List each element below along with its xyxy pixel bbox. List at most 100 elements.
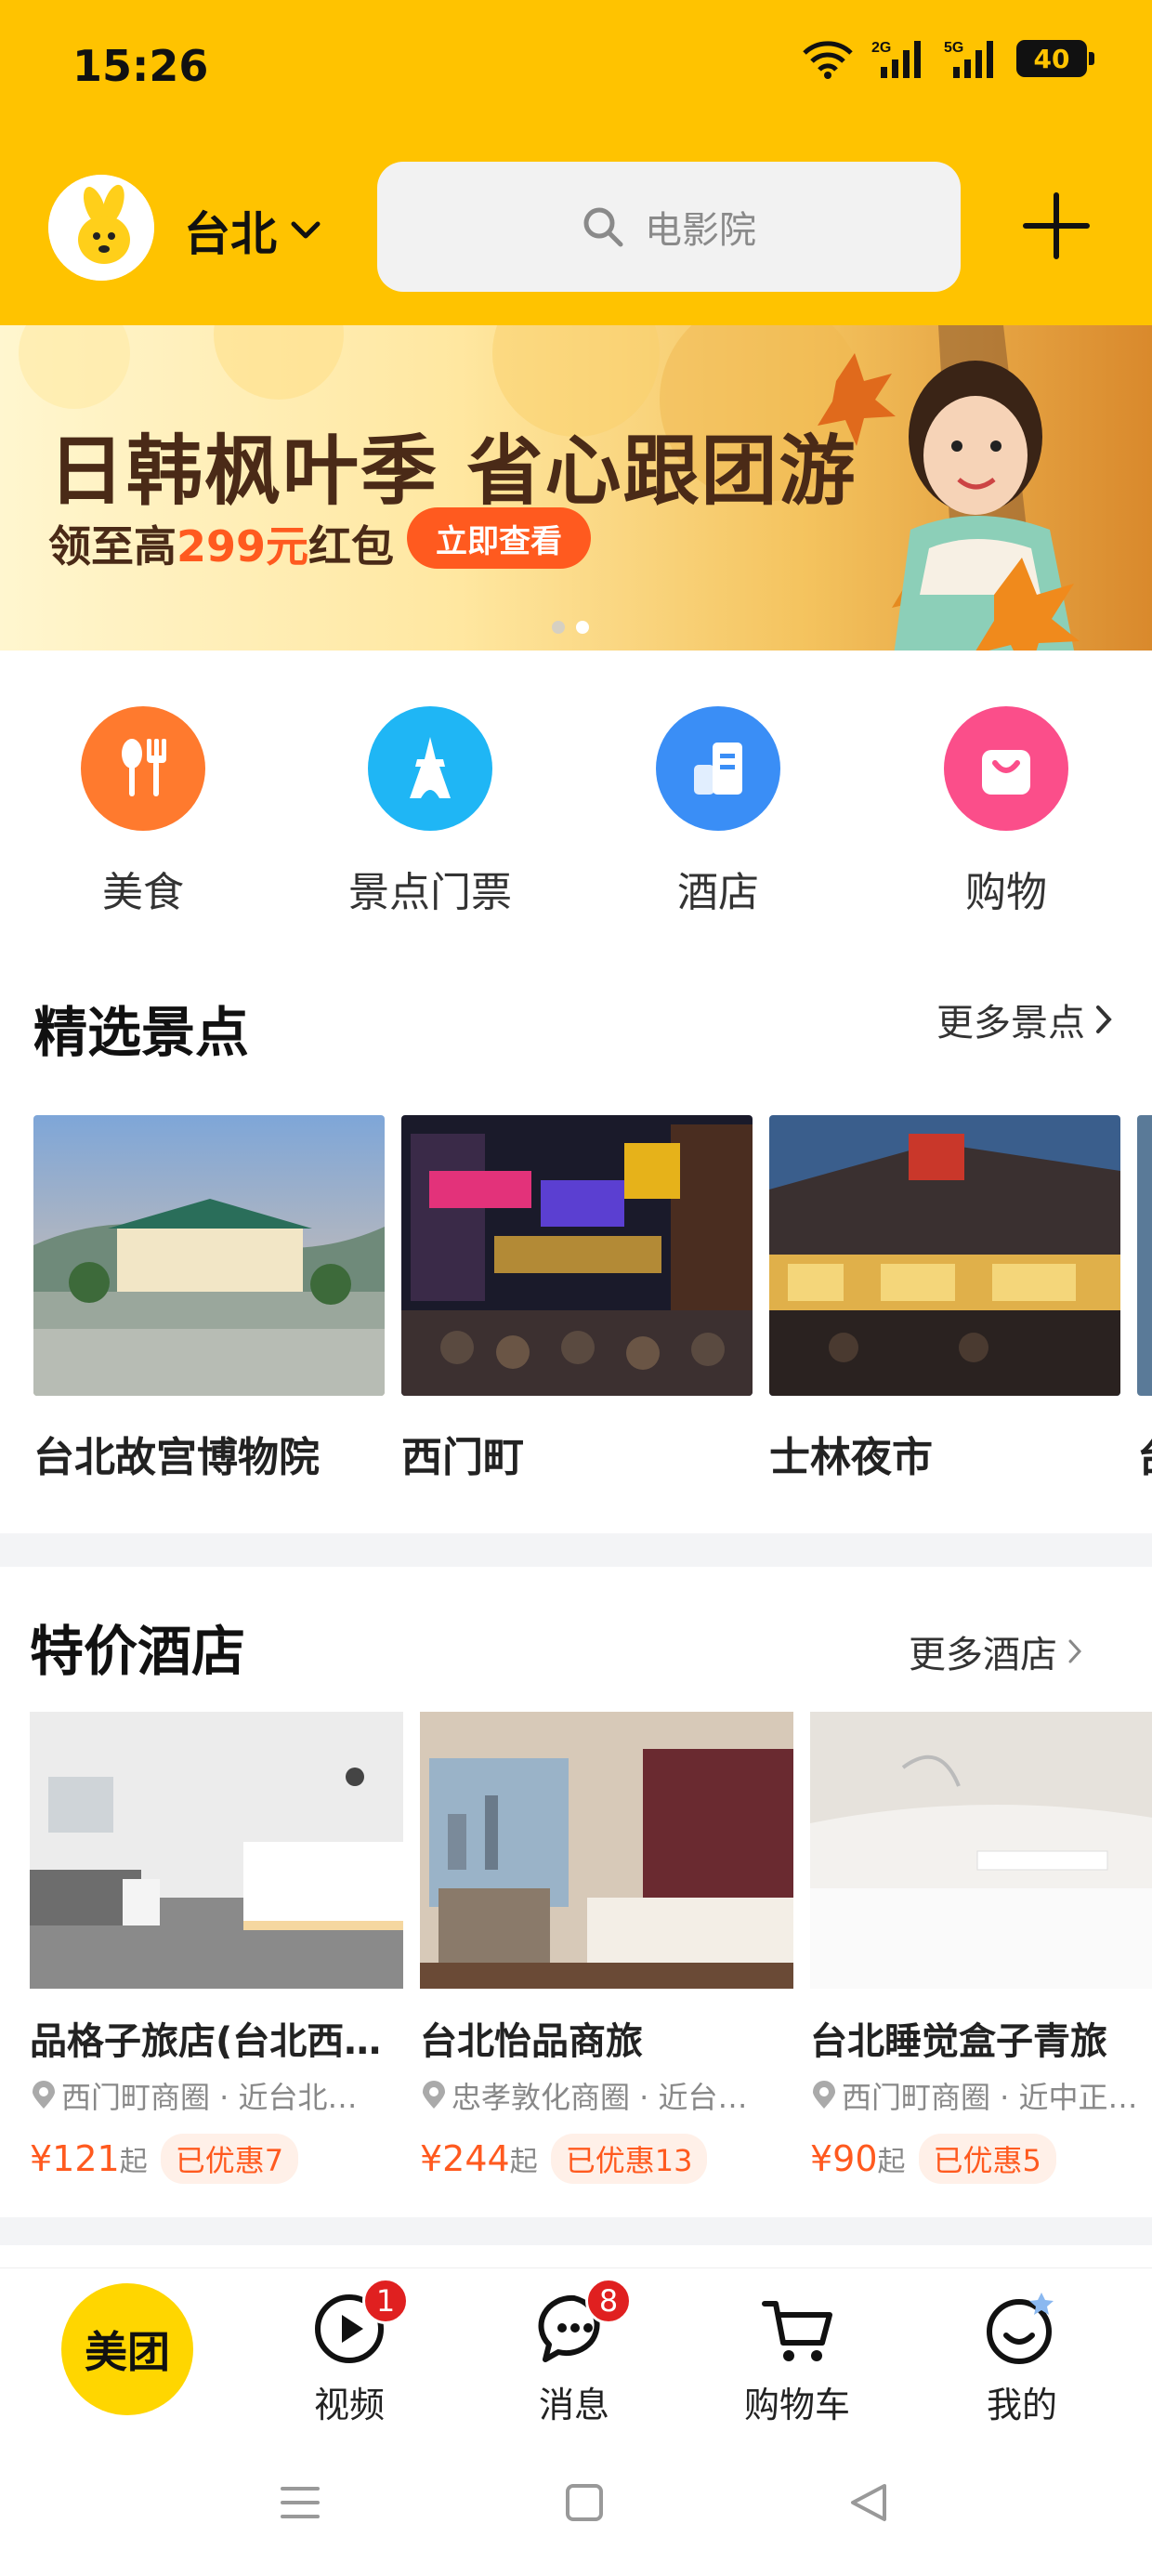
hotel-price-value: ¥121 [30, 2138, 120, 2179]
hotel-card[interactable]: 品格子旅店(台北西… 西门町商圈 · 近台北… ¥121起 已优惠7 [30, 1712, 403, 2184]
search-icon [583, 207, 623, 247]
city-selector[interactable]: 台北 [184, 197, 321, 264]
status-icons: 2G 5G 40 [801, 37, 1094, 80]
add-icon[interactable] [1020, 190, 1093, 262]
wifi-icon [803, 41, 853, 79]
hotel-price: ¥90起 [810, 2138, 906, 2179]
banner-dot-active [576, 621, 589, 634]
hotel-price-value: ¥90 [810, 2138, 878, 2179]
home-square-icon[interactable] [563, 2481, 606, 2524]
system-navigation-bar [0, 2444, 1152, 2576]
hotel-location: 忠孝敦化商圈 · 近台… [420, 2074, 793, 2117]
banner-subtitle: 领至高299元红包 [48, 513, 394, 574]
tab-profile[interactable]: 我的 [929, 2268, 1115, 2427]
section-divider [0, 1533, 1152, 1567]
back-triangle-icon[interactable] [847, 2481, 890, 2524]
hotel-location: 西门町商圈 · 近中正… [810, 2074, 1152, 2117]
hotel-discount-badge: 已优惠5 [918, 2134, 1056, 2184]
category-hotel[interactable]: 酒店 [607, 706, 830, 918]
svg-text:2G: 2G [871, 40, 891, 56]
search-input[interactable]: 电影院 [377, 162, 961, 292]
hotel-price: ¥121起 [30, 2138, 148, 2179]
signal-5g-icon: 5G [944, 40, 993, 78]
hotel-name: 品格子旅店(台北西… [30, 2020, 382, 2063]
attraction-card[interactable]: 士林夜市 [769, 1115, 1120, 1483]
category-label: 美食 [102, 869, 184, 916]
attractions-carousel[interactable]: 台北故宫博物院 西门町 士林夜市 [33, 1115, 1152, 1487]
banner-title: 日韩枫叶季 省心跟团游 [48, 427, 857, 516]
location-pin-icon [33, 2081, 55, 2109]
hotel-price-suffix: 起 [509, 2146, 538, 2178]
category-label: 酒店 [677, 869, 759, 916]
more-attractions-label: 更多景点 [936, 1002, 1085, 1045]
hotel-name: 台北怡品商旅 [420, 2020, 643, 2063]
category-food[interactable]: 美食 [32, 706, 255, 918]
shopping-bag-icon [944, 706, 1068, 831]
meituan-mascot-avatar[interactable] [48, 175, 154, 281]
food-icon [81, 706, 205, 831]
hotel-price-suffix: 起 [877, 2146, 906, 2178]
hotels-section-title: 特价酒店 [30, 1620, 246, 1683]
tab-video[interactable]: 视频 1 [256, 2268, 442, 2427]
battery-icon: 40 [1016, 40, 1094, 77]
notification-badge: 1 [362, 2278, 409, 2324]
search-placeholder: 电影院 [645, 209, 756, 252]
hotel-location-text: 西门町商圈 · 近中正… [842, 2080, 1138, 2115]
status-time: 15:26 [72, 41, 209, 91]
hotel-location: 西门町商圈 · 近台北… [30, 2074, 403, 2117]
tab-cart[interactable]: 购物车 [704, 2268, 890, 2427]
hotel-price-row: ¥244起 已优惠13 [420, 2134, 793, 2184]
attraction-name: 西门町 [401, 1434, 524, 1481]
hotel-location-text: 忠孝敦化商圈 · 近台… [452, 2080, 748, 2115]
hotel-icon [656, 706, 780, 831]
more-attractions-link[interactable]: 更多景点 [936, 992, 1113, 1046]
location-pin-icon [813, 2081, 835, 2109]
smile-profile-icon [987, 2293, 1054, 2364]
notification-badge: 8 [585, 2278, 632, 2324]
location-pin-icon [423, 2081, 445, 2109]
menu-icon[interactable] [279, 2481, 321, 2524]
ximending-photo [401, 1115, 753, 1396]
svg-text:5G: 5G [944, 40, 963, 56]
banner-pagination [552, 621, 589, 634]
hotel-name: 台北睡觉盒子青旅 [810, 2020, 1107, 2063]
hotel-price: ¥244起 [420, 2138, 538, 2179]
promo-banner[interactable]: 日韩枫叶季 省心跟团游 领至高299元红包 立即查看 [0, 325, 1152, 651]
hotel-price-row: ¥121起 已优惠7 [30, 2134, 403, 2184]
shilin-night-market-photo [769, 1115, 1120, 1396]
tab-label: 我的 [986, 2385, 1057, 2425]
hotel-price-suffix: 起 [119, 2146, 148, 2178]
attraction-name: 台北故宫博物院 [33, 1434, 320, 1481]
eiffel-tower-icon [368, 706, 492, 831]
hotel-location-text: 西门町商圈 · 近台北… [61, 2080, 358, 2115]
tab-home-meituan[interactable]: 美团 [61, 2283, 193, 2415]
category-grid: 美食 景点门票 酒店 购物 [0, 706, 1152, 929]
attraction-card[interactable]: 西门町 [401, 1115, 753, 1483]
banner-subtitle-prefix: 领至高 [48, 521, 177, 572]
hotel-price-value: ¥244 [420, 2138, 510, 2179]
battery-level: 40 [1033, 43, 1070, 74]
hotel-capsule-photo [810, 1712, 1152, 1989]
tab-label: 购物车 [743, 2385, 850, 2425]
hotel-discount-badge: 已优惠13 [550, 2134, 708, 2184]
more-hotels-link[interactable]: 更多酒店 [909, 1624, 1083, 1678]
banner-cta-button[interactable]: 立即查看 [407, 507, 591, 569]
category-attraction-tickets[interactable]: 景点门票 [319, 706, 542, 918]
attraction-name: 台 [1137, 1424, 1152, 1483]
tab-messages[interactable]: 消息 8 [481, 2268, 667, 2427]
category-shopping[interactable]: 购物 [895, 706, 1118, 918]
chevron-down-icon [291, 221, 321, 239]
chevron-right-icon [1068, 1639, 1082, 1663]
hotel-card[interactable]: 台北睡觉盒子青旅 西门町商圈 · 近中正… ¥90起 已优惠5 [810, 1712, 1152, 2184]
category-label: 景点门票 [348, 869, 512, 916]
hotel-room-photo [420, 1712, 793, 1989]
attraction-card[interactable]: 台北故宫博物院 [33, 1115, 385, 1483]
hotel-card[interactable]: 台北怡品商旅 忠孝敦化商圈 · 近台… ¥244起 已优惠13 [420, 1712, 793, 2184]
tab-label: 视频 [313, 2385, 385, 2425]
attraction-card[interactable]: 台 [1137, 1115, 1152, 1483]
hotels-carousel[interactable]: 品格子旅店(台北西… 西门町商圈 · 近台北… ¥121起 已优惠7 台北怡品商… [30, 1712, 1152, 2195]
girl-photo [894, 361, 1080, 651]
hotel-price-row: ¥90起 已优惠5 [810, 2134, 1152, 2184]
section-divider [0, 2217, 1152, 2245]
attraction-photo [1137, 1115, 1152, 1396]
